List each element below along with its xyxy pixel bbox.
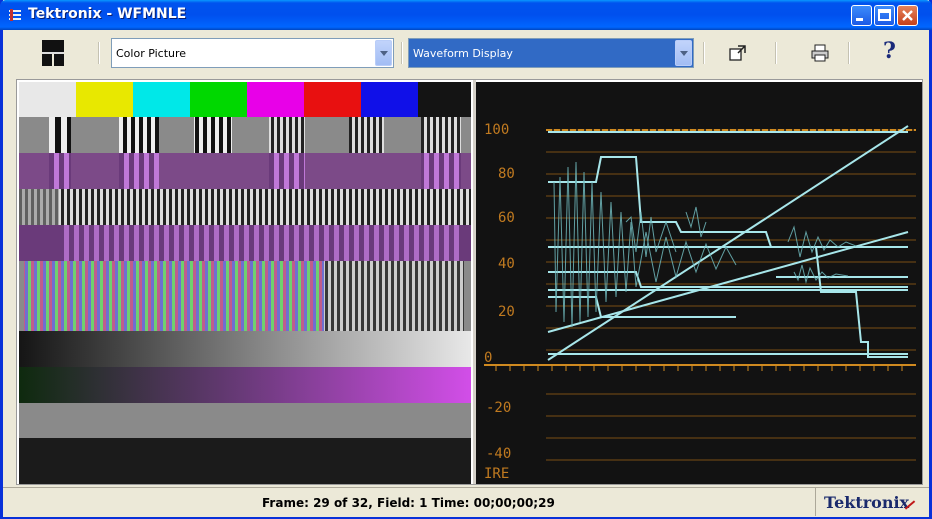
minimize-button[interactable] [851, 5, 872, 26]
scale-label: 40 [498, 256, 515, 272]
graticule [546, 129, 916, 461]
scale-unit: IRE [484, 466, 509, 482]
color-bars [19, 82, 471, 117]
close-icon [902, 10, 913, 21]
layout-icon[interactable] [41, 39, 65, 67]
scale-label: 0 [484, 350, 492, 366]
status-bar: Frame: 29 of 32, Field: 1 Time: 00;00;00… [3, 487, 929, 517]
color-picture-image [19, 82, 471, 484]
scale-label: 60 [498, 210, 515, 226]
print-icon[interactable] [810, 44, 830, 62]
help-icon[interactable]: ? [883, 38, 896, 64]
waveform-display-pane[interactable]: 100 80 60 40 20 0 -20 -40 IRE [476, 82, 922, 484]
right-view-select[interactable]: Waveform Display [408, 38, 694, 68]
maximize-button[interactable] [874, 5, 895, 26]
chevron-down-icon[interactable] [675, 40, 692, 66]
ire-scale: 100 80 60 40 20 0 -20 -40 IRE [484, 122, 515, 482]
maximize-icon [878, 9, 891, 21]
app-icon [9, 9, 21, 21]
toolbar: Color Picture Waveform Display ? [3, 30, 929, 78]
scale-label: 80 [498, 166, 515, 182]
scale-label: -40 [486, 446, 511, 462]
tektronix-logo: Tektronix [824, 493, 910, 512]
color-picture-pane[interactable] [19, 82, 471, 484]
minimize-icon [856, 18, 863, 21]
scale-label: 100 [484, 122, 509, 138]
scale-label: 20 [498, 304, 515, 320]
brand-panel: Tektronix [815, 488, 928, 516]
frame-status: Frame: 29 of 32, Field: 1 Time: 00;00;00… [262, 496, 555, 510]
waveform-trace [547, 125, 909, 361]
waveform-graph: 100 80 60 40 20 0 -20 -40 IRE [484, 122, 916, 482]
scale-label: -20 [486, 400, 511, 416]
left-view-value: Color Picture [116, 47, 187, 60]
chevron-down-icon[interactable] [375, 40, 392, 66]
display-area: 100 80 60 40 20 0 -20 -40 IRE [16, 79, 923, 485]
window-title: Tektronix - WFMNLE [28, 6, 187, 22]
app-window: Tektronix - WFMNLE Color Picture Wavefor… [0, 0, 932, 519]
popout-icon[interactable] [729, 44, 747, 62]
close-button[interactable] [897, 5, 918, 26]
title-bar[interactable]: Tektronix - WFMNLE [0, 0, 932, 30]
left-view-select[interactable]: Color Picture [111, 38, 394, 68]
right-view-value: Waveform Display [413, 47, 513, 60]
